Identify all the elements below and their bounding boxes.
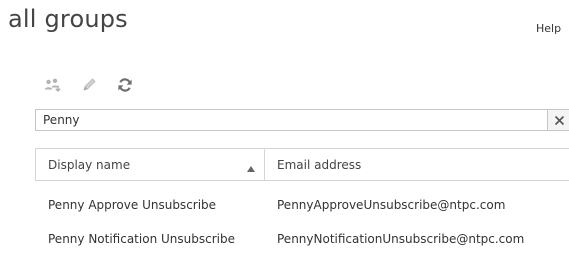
- grid-header: Display name Email address: [35, 148, 569, 181]
- search-box: [35, 109, 569, 131]
- cell-email-address: PennyApproveUnsubscribe@ntpc.com: [277, 198, 506, 212]
- group-members-button[interactable]: [43, 75, 63, 95]
- cell-display-name: Penny Approve Unsubscribe: [48, 198, 217, 212]
- column-header-email-address[interactable]: Email address: [265, 149, 569, 180]
- table-row[interactable]: Penny Approve Unsubscribe PennyApproveUn…: [35, 190, 569, 220]
- help-link[interactable]: Help: [536, 22, 561, 35]
- column-header-label: Email address: [277, 157, 362, 172]
- sort-ascending-icon: [247, 161, 255, 175]
- cell-email-address: PennyNotificationUnsubscribe@ntpc.com: [277, 232, 525, 246]
- pencil-edit-icon: [81, 77, 97, 93]
- edit-button[interactable]: [79, 75, 99, 95]
- toolbar: [43, 75, 151, 95]
- group-members-icon: [44, 77, 62, 93]
- refresh-button[interactable]: [115, 75, 135, 95]
- column-header-display-name[interactable]: Display name: [36, 149, 265, 180]
- page-title: all groups: [8, 5, 128, 33]
- search-input[interactable]: [36, 110, 536, 130]
- clear-search-button[interactable]: [547, 110, 569, 130]
- column-header-label: Display name: [48, 157, 131, 172]
- refresh-icon: [117, 77, 133, 93]
- table-row[interactable]: Penny Notification Unsubscribe PennyNoti…: [35, 224, 569, 254]
- cell-display-name: Penny Notification Unsubscribe: [48, 232, 235, 246]
- close-icon: [554, 111, 565, 130]
